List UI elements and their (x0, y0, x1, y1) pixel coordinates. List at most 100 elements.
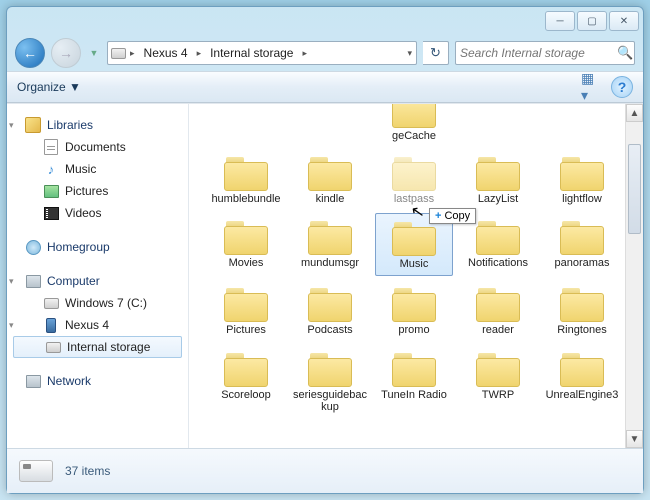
sidebar-documents[interactable]: Documents (11, 136, 184, 158)
sidebar-network[interactable]: Network (11, 370, 184, 392)
folder-item[interactable]: TWRP (459, 345, 537, 418)
titlebar: ─ ▢ ✕ (7, 7, 643, 35)
collapse-icon[interactable]: ▾ (9, 320, 14, 331)
status-bar: 37 items (7, 448, 643, 493)
folder-icon (222, 217, 270, 257)
folder-icon (558, 153, 606, 193)
folder-item[interactable]: UnrealEngine3 (543, 345, 621, 418)
chevron-right-icon[interactable]: ▸ (128, 48, 137, 59)
collapse-icon[interactable]: ▾ (9, 120, 14, 131)
folder-icon (390, 349, 438, 389)
folder-item[interactable]: lastpass (375, 149, 453, 210)
folder-item[interactable]: Pictures (207, 280, 285, 341)
folder-item[interactable]: geCache (388, 104, 440, 147)
folder-item[interactable]: Podcasts (291, 280, 369, 341)
folder-item[interactable]: TuneIn Radio (375, 345, 453, 418)
scroll-up-button[interactable]: ▲ (626, 104, 643, 122)
folder-icon (306, 284, 354, 324)
folder-icon (558, 284, 606, 324)
folder-item[interactable]: panoramas (543, 213, 621, 276)
folder-icon (474, 284, 522, 324)
maximize-button[interactable]: ▢ (577, 11, 607, 31)
folder-icon (558, 217, 606, 257)
folder-icon (390, 218, 438, 258)
scroll-thumb[interactable] (628, 144, 641, 234)
sidebar-music[interactable]: ♪Music (11, 158, 184, 180)
folder-icon (390, 284, 438, 324)
sidebar-videos[interactable]: Videos (11, 202, 184, 224)
music-icon: ♪ (43, 161, 59, 177)
breadcrumb-device[interactable]: Nexus 4 (139, 44, 193, 62)
folder-icon (390, 104, 438, 130)
search-input[interactable] (460, 46, 617, 60)
document-icon (44, 139, 58, 155)
plus-icon: + (435, 210, 441, 222)
folder-icon (222, 349, 270, 389)
folder-item[interactable]: promo (375, 280, 453, 341)
view-button[interactable]: ▦ ▾ (581, 76, 603, 98)
folder-icon (474, 153, 522, 193)
back-button[interactable]: ← (15, 38, 45, 68)
pictures-icon (44, 185, 59, 198)
folder-item[interactable]: mundumsgr (291, 213, 369, 276)
nav-bar: ← → ▼ ▸ Nexus 4 ▸ Internal storage ▸ ▾ ↻… (7, 35, 643, 71)
scrollbar[interactable]: ▲ ▼ (625, 104, 643, 448)
folder-icon (306, 349, 354, 389)
organize-button[interactable]: Organize ▼ (17, 80, 81, 94)
sidebar-homegroup[interactable]: Homegroup (11, 236, 184, 258)
copy-tooltip: +Copy (429, 208, 476, 224)
storage-icon (46, 342, 61, 353)
folder-icon (306, 153, 354, 193)
help-button[interactable]: ? (611, 76, 633, 98)
folder-item[interactable]: humblebundle (207, 149, 285, 210)
collapse-icon[interactable]: ▾ (9, 276, 14, 287)
drive-icon (110, 45, 126, 61)
folder-icon (558, 349, 606, 389)
sidebar-internal-storage[interactable]: Internal storage (13, 336, 182, 358)
explorer-window: ─ ▢ ✕ ← → ▼ ▸ Nexus 4 ▸ Internal storage… (6, 6, 644, 494)
folder-icon (222, 284, 270, 324)
address-dropdown[interactable]: ▾ (405, 48, 414, 59)
network-icon (26, 375, 41, 388)
forward-button[interactable]: → (51, 38, 81, 68)
folder-item[interactable]: kindle (291, 149, 369, 210)
minimize-button[interactable]: ─ (545, 11, 575, 31)
folder-icon (390, 153, 438, 193)
sidebar-pictures[interactable]: Pictures (11, 180, 184, 202)
folder-item[interactable]: Movies (207, 213, 285, 276)
address-bar[interactable]: ▸ Nexus 4 ▸ Internal storage ▸ ▾ (107, 41, 417, 65)
folder-item[interactable]: seriesguidebackup (291, 345, 369, 418)
sidebar-computer[interactable]: ▾Computer (11, 270, 184, 292)
sidebar: ▾Libraries Documents ♪Music Pictures Vid… (7, 104, 189, 448)
sidebar-libraries[interactable]: ▾Libraries (11, 114, 184, 136)
sidebar-drive-c[interactable]: Windows 7 (C:) (11, 292, 184, 314)
close-button[interactable]: ✕ (609, 11, 639, 31)
folder-item[interactable]: lightflow (543, 149, 621, 210)
libraries-icon (25, 117, 41, 133)
folder-icon (306, 217, 354, 257)
folder-icon (222, 153, 270, 193)
drive-icon (19, 460, 53, 482)
chevron-right-icon[interactable]: ▸ (300, 48, 309, 59)
refresh-button[interactable]: ↻ (423, 41, 449, 65)
folder-item[interactable]: LazyList (459, 149, 537, 210)
phone-icon (46, 318, 56, 333)
sidebar-nexus4[interactable]: ▾Nexus 4 (11, 314, 184, 336)
computer-icon (26, 275, 41, 288)
folder-item[interactable]: reader (459, 280, 537, 341)
breadcrumb-location[interactable]: Internal storage (205, 44, 298, 62)
videos-icon (44, 207, 59, 220)
folder-grid: humblebundle kindle lastpass LazyList li… (207, 149, 621, 418)
history-dropdown[interactable]: ▼ (87, 43, 101, 63)
toolbar: Organize ▼ ▦ ▾ ? (7, 71, 643, 103)
scroll-down-button[interactable]: ▼ (626, 430, 643, 448)
folder-item[interactable]: Ringtones (543, 280, 621, 341)
folder-item[interactable]: Scoreloop (207, 345, 285, 418)
drive-icon (44, 298, 59, 309)
item-count: 37 items (65, 464, 110, 478)
folder-icon (474, 349, 522, 389)
search-box[interactable]: 🔍 (455, 41, 635, 65)
content-area[interactable]: geCache humblebundle kindle lastpass Laz… (189, 104, 625, 448)
chevron-right-icon[interactable]: ▸ (195, 48, 204, 59)
search-icon: 🔍 (617, 45, 633, 61)
